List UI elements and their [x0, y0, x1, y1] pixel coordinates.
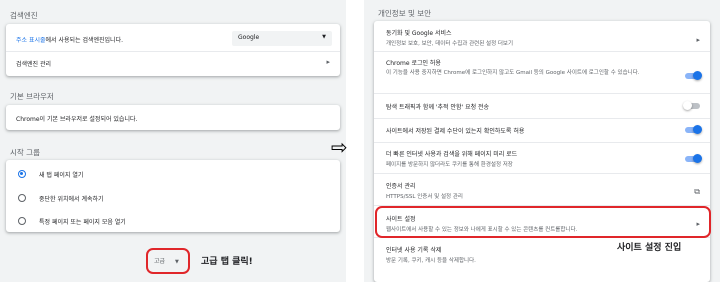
chrome-login-label: Chrome 로그인 허용 [386, 60, 441, 67]
chrome-login-row: Chrome 로그인 허용 이 기능을 사용 중지하면 Chrome에 로그인하… [386, 58, 680, 77]
divider [374, 118, 710, 119]
payment-check-row: 사이트에서 저장된 결제 수단이 있는지 확인하도록 허용 [386, 128, 525, 135]
settings-panel-advanced: 개인정보 및 보안 동기화 및 Google 서비스 개인정보 보호, 보안, … [364, 0, 720, 282]
certificates-row[interactable]: 인증서 관리 HTTPS/SSL 인증서 및 설정 관리 [386, 181, 710, 200]
startup-option-specific-pages: 특정 페이지 또는 페이지 모음 열기 [39, 219, 126, 226]
search-engine-value: Google [238, 34, 260, 41]
highlight-site-settings [375, 206, 711, 238]
chrome-login-toggle[interactable] [685, 71, 702, 80]
certificates-label: 인증서 관리 [386, 183, 416, 190]
address-bar-link[interactable]: 주소 표시줄 [16, 37, 46, 44]
default-browser-status: Chrome이 기본 브라우저로 설정되어 있습니다. [16, 116, 138, 123]
preload-label: 더 빠른 인터넷 사용과 검색을 위해 페이지 미리 로드 [386, 151, 518, 158]
annotation-site-settings: 사이트 설정 진입 [617, 243, 682, 253]
certificates-sub: HTTPS/SSL 인증서 및 설정 관리 [386, 194, 463, 200]
privacy-security-title: 개인정보 및 보안 [378, 9, 432, 18]
address-bar-text: 에서 사용되는 검색엔진입니다. [45, 37, 123, 44]
preload-toggle[interactable] [685, 154, 702, 163]
do-not-track-row: 탐색 트래픽과 함께 '추적 안함' 요청 전송 [386, 104, 490, 111]
payment-check-toggle[interactable] [685, 125, 702, 134]
chrome-login-sub: 이 기능을 사용 중지하면 Chrome에 로그인하지 않고도 Gmail 등의… [386, 70, 640, 76]
sync-services-sub: 개인정보 보호, 보안, 데이터 수집과 관련된 설정 더보기 [386, 41, 514, 47]
divider [6, 51, 340, 52]
search-engine-card: 주소 표시줄에서 사용되는 검색엔진입니다. Google ▼ 검색엔진 관리 … [6, 24, 340, 76]
divider [374, 142, 710, 143]
radio-specific-pages[interactable] [18, 217, 26, 225]
divider [374, 173, 710, 174]
manage-search-engines-label: 검색엔진 관리 [16, 61, 52, 68]
startup-option-continue: 중단한 위치에서 계속하기 [39, 196, 104, 203]
chevron-right-icon: ▸ [326, 58, 330, 66]
do-not-track-toggle[interactable] [683, 101, 700, 110]
arrow-right-icon: ⇨ [331, 135, 348, 159]
default-browser-title: 기본 브라우저 [10, 92, 54, 101]
startup-card: 새 탭 페이지 열기 중단한 위치에서 계속하기 특정 페이지 또는 페이지 모… [6, 160, 340, 232]
divider [374, 51, 710, 52]
startup-option-new-tab: 새 탭 페이지 열기 [39, 172, 84, 179]
default-browser-card: Chrome이 기본 브라우저로 설정되어 있습니다. [6, 105, 340, 130]
manage-search-engines-row[interactable]: 검색엔진 관리 [16, 59, 340, 68]
clear-history-sub: 방문 기록, 쿠키, 캐시 등을 삭제합니다. [386, 258, 476, 264]
radio-continue[interactable] [18, 194, 26, 202]
radio-new-tab[interactable] [18, 170, 26, 178]
annotation-advanced: 고급 탭 클릭! [201, 257, 253, 267]
sync-services-label: 동기화 및 Google 서비스 [386, 30, 452, 37]
preload-sub: 페이지를 방문하지 않더라도 쿠키를 통해 환경설정 저장 [386, 162, 513, 168]
settings-panel-basic: 검색엔진 주소 표시줄에서 사용되는 검색엔진입니다. Google ▼ 검색엔… [0, 0, 346, 282]
search-engine-select[interactable]: Google ▼ [232, 31, 332, 46]
external-link-icon: ⧉ [694, 187, 700, 196]
highlight-advanced [146, 248, 190, 274]
divider [374, 93, 710, 94]
dropdown-arrow-icon: ▼ [322, 34, 326, 40]
preload-row: 더 빠른 인터넷 사용과 검색을 위해 페이지 미리 로드 페이지를 방문하지 … [386, 149, 710, 168]
chevron-right-icon: ▸ [696, 36, 700, 44]
sync-services-row[interactable]: 동기화 및 Google 서비스 개인정보 보호, 보안, 데이터 수집과 관련… [386, 28, 710, 47]
startup-title: 시작 그룹 [10, 148, 40, 157]
search-engine-title: 검색엔진 [10, 11, 38, 20]
